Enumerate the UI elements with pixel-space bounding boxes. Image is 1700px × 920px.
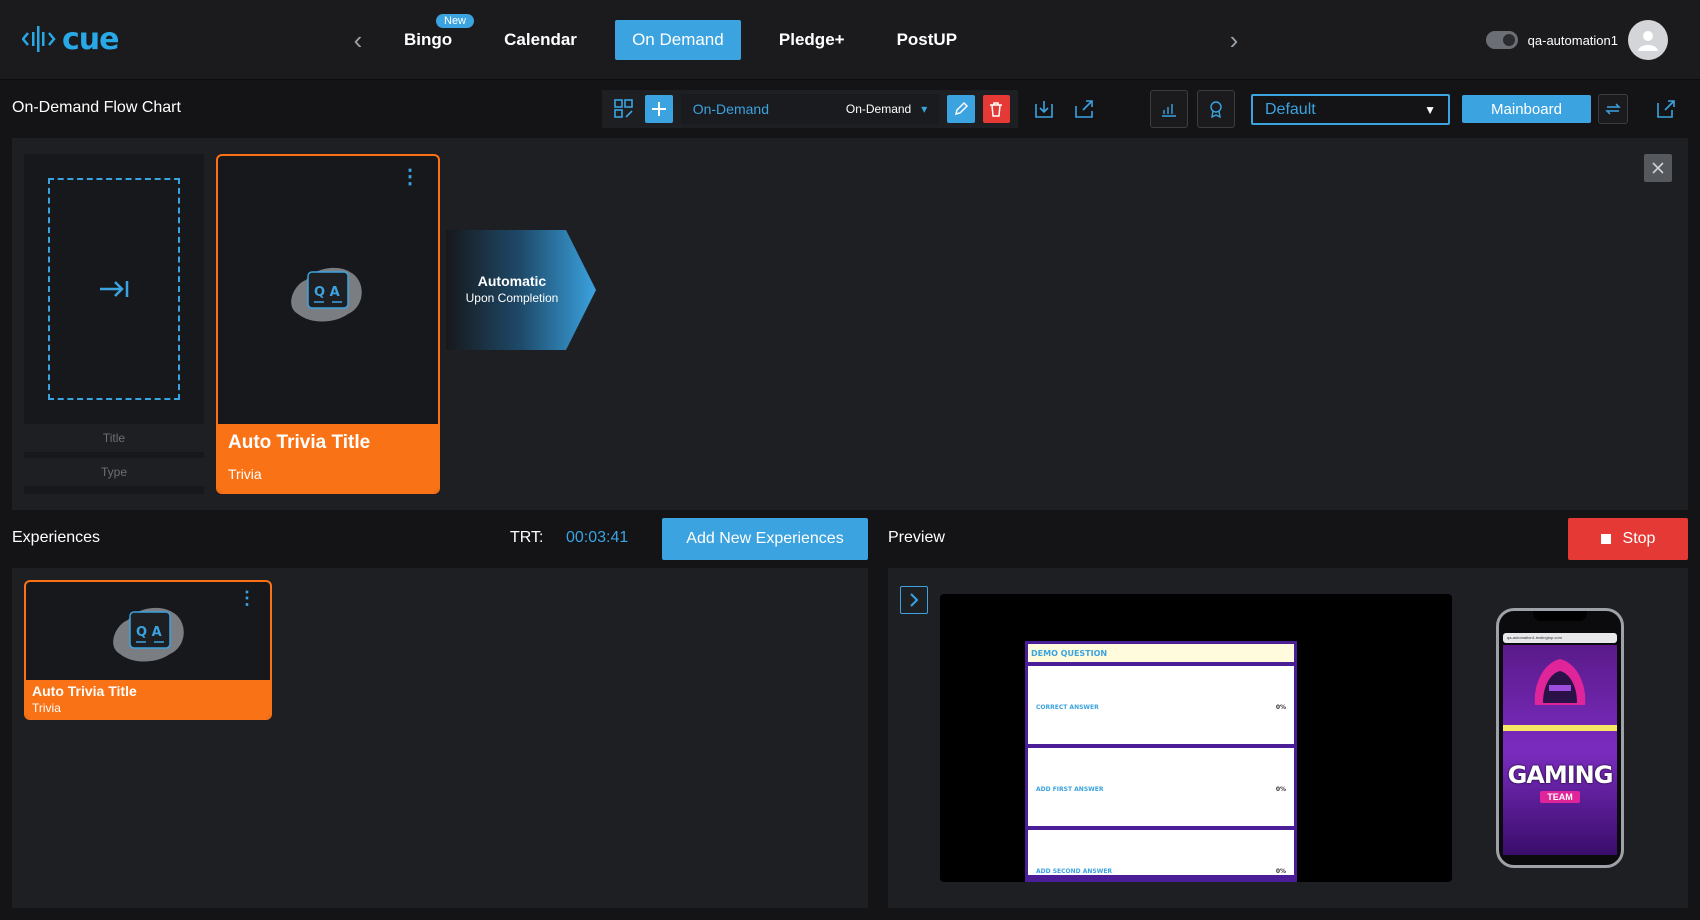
mainboard-button[interactable]: Mainboard bbox=[1462, 95, 1591, 123]
user-area: qa-automation1 bbox=[1485, 20, 1668, 60]
empty-experience-slot[interactable]: Title Type bbox=[24, 154, 204, 494]
mainboard-preview-screen: DEMO QUESTION CORRECT ANSWER 0% ADD FIRS… bbox=[940, 594, 1452, 882]
nav-tab-label: PostUP bbox=[896, 30, 958, 49]
edit-pencil-icon[interactable] bbox=[947, 95, 975, 123]
answer-label: CORRECT ANSWER bbox=[1036, 704, 1099, 711]
phone-subline: TEAM bbox=[1540, 791, 1580, 803]
trt-value: 00:03:41 bbox=[566, 529, 629, 546]
delete-trash-icon[interactable] bbox=[982, 95, 1010, 123]
playlist-select[interactable]: On-Demand On-Demand ▾ bbox=[680, 94, 940, 124]
phone-screen: GAMING TEAM bbox=[1503, 645, 1617, 855]
qa-trivia-icon: Q A bbox=[113, 607, 184, 662]
phone-notch bbox=[1533, 611, 1587, 621]
theme-toggle-icon[interactable] bbox=[1485, 31, 1518, 49]
caret-down-icon: ▼ bbox=[1424, 102, 1436, 117]
username: qa-automation1 bbox=[1527, 32, 1618, 48]
drop-zone[interactable] bbox=[48, 178, 180, 400]
nav-tab-pledge-plus[interactable]: Pledge+ bbox=[765, 20, 859, 60]
arrow-to-end-icon bbox=[100, 281, 129, 297]
nav-tab-label: Calendar bbox=[504, 30, 577, 49]
svg-text:Q A: Q A bbox=[136, 625, 162, 640]
flow-experience-card[interactable]: ⋮ Q A Auto Trivia Title Trivia bbox=[216, 154, 440, 494]
phone-question-strip bbox=[1503, 725, 1617, 731]
phone-url-bar: qa-automation1.testingtop.com bbox=[1503, 633, 1617, 643]
nav-tab-label: On Demand bbox=[632, 30, 724, 49]
nav-tab-calendar[interactable]: Calendar bbox=[490, 20, 591, 60]
add-new-experiences-button[interactable]: Add New Experiences bbox=[662, 518, 868, 560]
empty-title-placeholder: Title bbox=[24, 424, 204, 452]
default-select-value: Default bbox=[1265, 100, 1316, 118]
transition-mode: Automatic bbox=[477, 273, 547, 289]
phone-headline: GAMING bbox=[1507, 761, 1614, 789]
stop-square-icon bbox=[1600, 534, 1611, 544]
quiz-answer-row: ADD FIRST ANSWER 0% bbox=[1028, 748, 1294, 826]
import-icon[interactable] bbox=[1030, 95, 1058, 123]
analytics-chart-icon[interactable] bbox=[1150, 90, 1188, 128]
external-link-icon[interactable] bbox=[1652, 95, 1680, 123]
answer-percent: 0% bbox=[1275, 704, 1286, 711]
answer-label: ADD FIRST ANSWER bbox=[1036, 786, 1104, 793]
experiences-heading: Experiences bbox=[12, 529, 101, 546]
transition-connector[interactable]: Automatic Upon Completion bbox=[446, 230, 596, 350]
share-export-icon[interactable] bbox=[1070, 95, 1098, 123]
stop-button[interactable]: Stop bbox=[1568, 518, 1688, 560]
experience-list-item[interactable]: ⋮ Q A Auto Trivia Title Trivia bbox=[24, 580, 272, 720]
card-title: Auto Trivia Title bbox=[228, 432, 371, 453]
mobile-preview-phone: qa-automation1.testingtop.com GAMING TEA… bbox=[1496, 608, 1624, 868]
quiz-question: DEMO QUESTION bbox=[1028, 644, 1294, 662]
svg-text:Q A: Q A bbox=[314, 285, 340, 300]
close-x-icon[interactable] bbox=[1644, 154, 1672, 182]
nav-tab-on-demand[interactable]: On Demand bbox=[614, 20, 741, 60]
card-type: Trivia bbox=[228, 466, 262, 482]
cue-logo[interactable]: cue bbox=[22, 18, 119, 60]
preview-heading: Preview bbox=[888, 529, 945, 546]
playlist-name: On-Demand bbox=[692, 101, 769, 117]
grid-edit-icon[interactable] bbox=[610, 95, 637, 123]
nav-next-chevron-right-icon[interactable]: › bbox=[1222, 25, 1246, 55]
trt-label: TRT: bbox=[510, 529, 544, 546]
playlist-toolbar: On-Demand On-Demand ▾ bbox=[602, 90, 1018, 128]
award-badge-icon[interactable] bbox=[1197, 90, 1235, 128]
playlist-type: On-Demand bbox=[845, 102, 912, 116]
top-navigation-bar: cue ‹ Bingo New Calendar On Demand Pledg… bbox=[0, 0, 1700, 80]
page-title: On-Demand Flow Chart bbox=[12, 99, 181, 116]
stop-label: Stop bbox=[1622, 530, 1656, 547]
empty-type-placeholder: Type bbox=[24, 458, 204, 486]
quiz-answer-row: ADD SECOND ANSWER 0% bbox=[1028, 830, 1294, 875]
audio-wave-logo-icon bbox=[22, 26, 56, 52]
card-type: Trivia bbox=[32, 701, 61, 715]
card-title: Auto Trivia Title bbox=[32, 683, 137, 699]
answer-percent: 0% bbox=[1275, 786, 1286, 793]
gaming-mascot-icon bbox=[1534, 659, 1586, 705]
nav-tab-label: Pledge+ bbox=[778, 30, 845, 49]
card-footer: Auto Trivia Title Trivia bbox=[26, 680, 270, 718]
transition-condition: Upon Completion bbox=[465, 291, 559, 305]
main-nav-tabs: Bingo New Calendar On Demand Pledge+ Pos… bbox=[390, 14, 971, 60]
expand-chevron-right-icon[interactable] bbox=[900, 586, 928, 614]
default-layout-select[interactable]: Default ▼ bbox=[1251, 94, 1450, 125]
card-footer: Auto Trivia Title Trivia bbox=[218, 424, 438, 492]
nav-tab-bingo[interactable]: Bingo New bbox=[390, 14, 475, 60]
answer-percent: 0% bbox=[1275, 868, 1286, 875]
nav-tab-postup[interactable]: PostUP bbox=[883, 20, 971, 60]
new-badge: New bbox=[436, 14, 475, 28]
avatar-user-icon[interactable] bbox=[1628, 20, 1668, 60]
trivia-question-board: DEMO QUESTION CORRECT ANSWER 0% ADD FIRS… bbox=[1025, 641, 1297, 882]
nav-tab-label: Bingo bbox=[404, 30, 453, 49]
nav-prev-chevron-left-icon[interactable]: ‹ bbox=[346, 25, 370, 55]
quiz-answer-row: CORRECT ANSWER 0% bbox=[1028, 666, 1294, 744]
swap-arrows-icon[interactable] bbox=[1598, 94, 1628, 124]
caret-down-icon: ▾ bbox=[921, 102, 928, 116]
preview-panel: DEMO QUESTION CORRECT ANSWER 0% ADD FIRS… bbox=[888, 568, 1688, 908]
add-plus-icon[interactable] bbox=[645, 95, 673, 123]
logo-text: cue bbox=[62, 21, 119, 57]
flow-chart-canvas: Title Type ⋮ Q A Auto Trivia Title Trivi… bbox=[12, 138, 1688, 510]
answer-label: ADD SECOND ANSWER bbox=[1036, 868, 1113, 875]
more-options-kebab-icon[interactable]: ⋮ bbox=[400, 164, 420, 189]
experiences-list: ⋮ Q A Auto Trivia Title Trivia bbox=[12, 568, 868, 908]
more-options-kebab-icon[interactable]: ⋮ bbox=[238, 588, 256, 609]
qa-trivia-icon: Q A bbox=[291, 267, 362, 322]
